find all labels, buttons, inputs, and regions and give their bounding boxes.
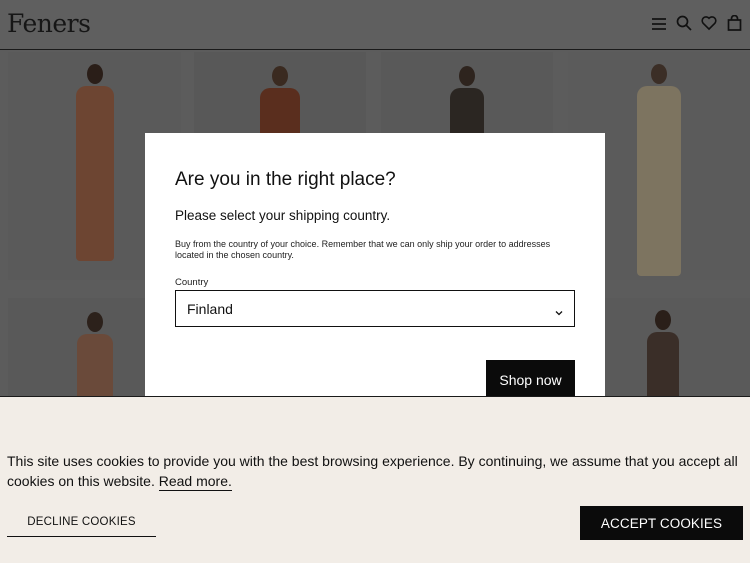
modal-title: Are you in the right place? [175,169,396,190]
product-tile[interactable] [605,298,750,400]
site-header: Feners [0,0,750,50]
chevron-down-icon [554,304,564,322]
country-selector-modal: Are you in the right place? Please selec… [145,133,605,400]
country-label: Country [175,277,209,288]
cookie-message: This site uses cookies to provide you wi… [7,453,738,489]
bag-icon[interactable] [726,14,742,32]
heart-icon[interactable] [701,14,717,32]
decline-cookies-button[interactable]: DECLINE COOKIES [7,507,156,537]
read-more-link[interactable]: Read more. [158,473,232,491]
modal-subtitle: Please select your shipping country. [175,208,391,223]
site-logo[interactable]: Feners [7,9,91,38]
accept-cookies-button[interactable]: ACCEPT COOKIES [580,506,743,540]
cookie-text-block: This site uses cookies to provide you wi… [7,451,747,491]
menu-icon[interactable] [651,14,667,32]
modal-note: Buy from the country of your choice. Rem… [175,239,551,260]
country-select[interactable]: Finland [175,290,575,327]
cookie-banner: This site uses cookies to provide you wi… [0,396,750,563]
shop-now-button[interactable]: Shop now [486,360,575,400]
country-value: Finland [187,301,233,317]
header-icons [651,14,742,32]
search-icon[interactable] [676,14,692,32]
